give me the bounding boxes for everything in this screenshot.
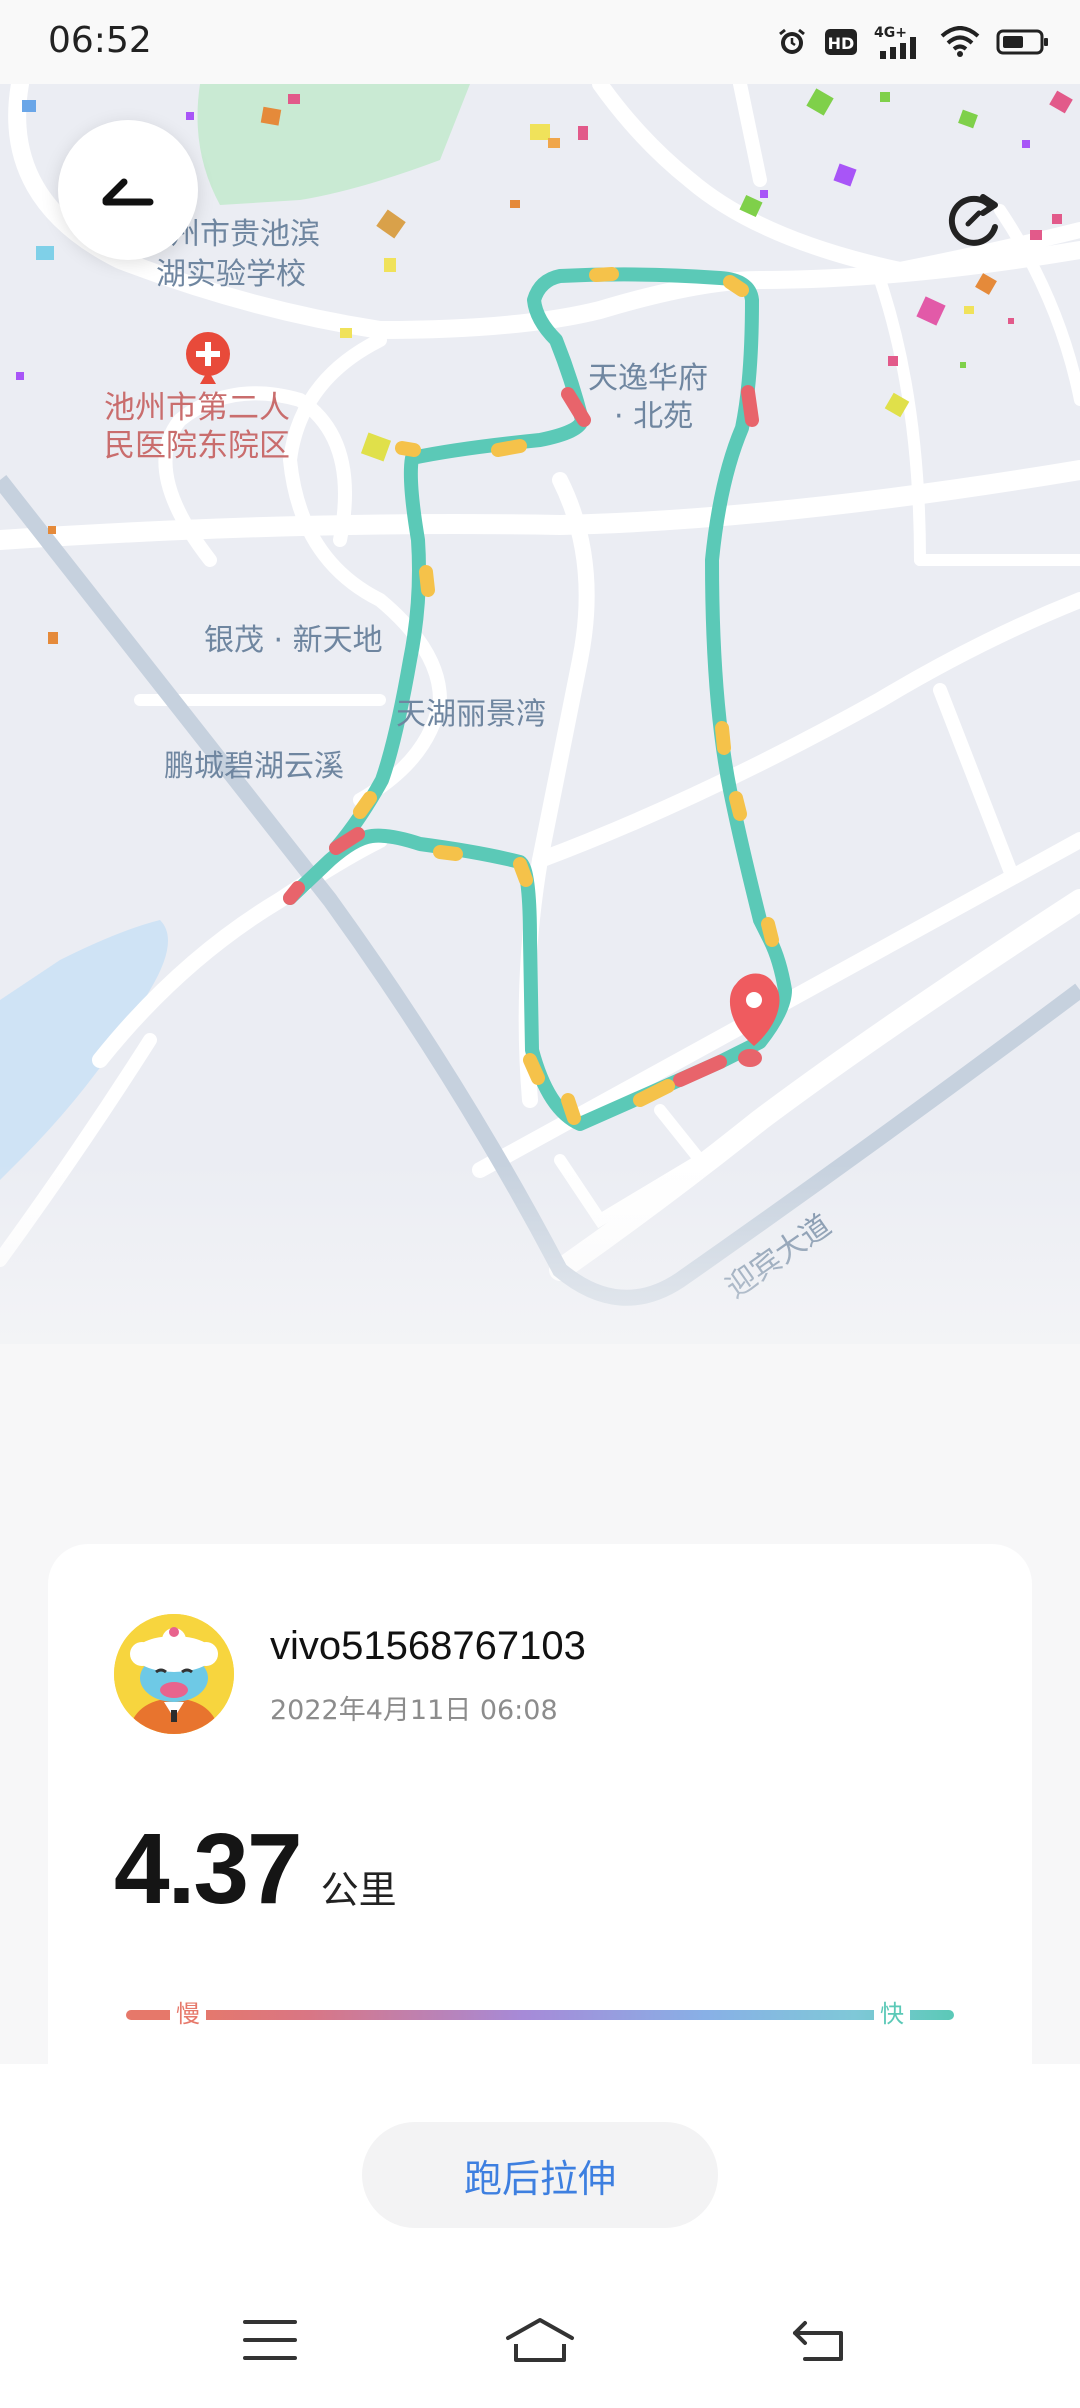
status-bar: 06:52 HD 4G+ (0, 0, 1080, 84)
hd-label: HD (828, 34, 855, 53)
distance-row: 4.37 公里 (114, 1812, 397, 1927)
map-canvas: 州市贵池滨 湖实验学校 池州市第二人 民医院东院区 天逸华府 · 北苑 银茂 ·… (0, 84, 1080, 1344)
distance-unit: 公里 (320, 1868, 397, 1912)
alarm-icon (776, 22, 808, 62)
bottom-area: 跑后拉伸 (0, 2064, 1080, 2408)
home-icon (506, 2318, 574, 2362)
menu-icon (243, 2320, 297, 2360)
pace-slow-label: 慢 (170, 1994, 206, 2034)
nav-menu-button[interactable] (230, 2310, 310, 2370)
map-label-hospital-1: 池州市第二人 (104, 390, 290, 426)
back-arrow-icon (102, 178, 154, 206)
avatar-image (114, 1614, 234, 1734)
4g-signal-icon: 4G+ (874, 22, 924, 62)
run-datetime: 2022年4月11日 06:08 (270, 1695, 558, 1726)
network-label: 4G+ (874, 25, 907, 41)
status-icons: HD 4G+ (776, 22, 1050, 62)
map-label-pengcheng: 鹏城碧湖云溪 (164, 749, 344, 784)
map-label-tianyi-2: · 北苑 (614, 399, 693, 434)
map-label-school-2: 湖实验学校 (156, 257, 306, 292)
map-label-tianyi-1: 天逸华府 (588, 361, 708, 396)
replay-icon (948, 194, 998, 246)
battery-icon (996, 22, 1050, 62)
back-button[interactable] (58, 120, 198, 260)
run-record-card: vivo51568767103 2022年4月11日 06:08 4.37 公里… (48, 1544, 1032, 2064)
pace-gradient (126, 2010, 954, 2020)
replay-button[interactable] (934, 180, 1014, 260)
map-label-hospital-2: 民医院东院区 (104, 428, 290, 464)
nav-home-button[interactable] (500, 2310, 580, 2370)
hd-icon: HD (824, 22, 858, 62)
wifi-icon (940, 22, 980, 62)
pace-fast-label: 快 (874, 1994, 910, 2034)
route-map[interactable]: 州市贵池滨 湖实验学校 池州市第二人 民医院东院区 天逸华府 · 北苑 银茂 ·… (0, 84, 1080, 1344)
nav-back-button[interactable] (780, 2310, 860, 2370)
navigation-bar (0, 2310, 1080, 2370)
post-run-stretch-button[interactable]: 跑后拉伸 (362, 2122, 718, 2228)
map-label-yinmao: 银茂 · 新天地 (204, 623, 383, 658)
pace-legend: 慢 快 (126, 1994, 954, 2034)
map-label-school-1: 州市贵池滨 (170, 217, 320, 252)
status-time: 06:52 (48, 20, 152, 61)
username: vivo51568767103 (270, 1624, 586, 1668)
avatar[interactable] (114, 1614, 234, 1734)
distance-value: 4.37 (114, 1813, 303, 1925)
map-label-tianhu: 天湖丽景湾 (396, 697, 546, 732)
back-nav-icon (793, 2321, 843, 2361)
